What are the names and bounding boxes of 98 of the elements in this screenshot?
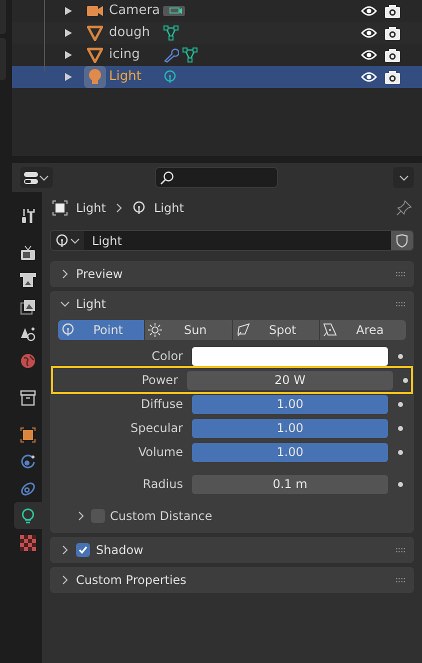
drag-handle-icon[interactable] (396, 548, 406, 552)
tools-icon (20, 208, 36, 224)
panel-title: Light (76, 296, 106, 313)
light-type-tab[interactable]: Area (320, 320, 406, 340)
camera-icon[interactable] (385, 4, 400, 18)
light-type-tab[interactable]: Spot (232, 320, 319, 340)
area-light-icon (322, 323, 337, 337)
expand-arrow-icon[interactable] (65, 51, 72, 59)
search-icon (160, 170, 174, 184)
eye-icon[interactable] (361, 27, 377, 39)
number-field[interactable]: 0.1 m (192, 474, 388, 494)
expand-arrow-icon[interactable] (65, 73, 72, 81)
sun-icon (148, 323, 162, 337)
camera-icon[interactable] (385, 26, 400, 40)
panel-title: Preview (76, 266, 123, 283)
square-icon (20, 426, 36, 442)
triangle-vertices-icon (182, 47, 198, 63)
chevron-down-icon[interactable] (39, 172, 49, 182)
breadcrumb-item: Light (154, 200, 184, 217)
field-label: Radius (142, 476, 184, 493)
bulb-icon (84, 66, 106, 88)
properties-tab[interactable] (14, 502, 42, 529)
object-name: Camera (109, 2, 162, 20)
pin-icon[interactable] (396, 200, 412, 216)
panel-header[interactable]: Preview (50, 261, 414, 287)
panel-header[interactable]: Custom Properties (50, 567, 414, 593)
checkbox[interactable] (76, 543, 90, 557)
toggle-icon (24, 170, 38, 184)
color-swatch[interactable] (192, 346, 388, 366)
eye-icon[interactable] (361, 49, 377, 61)
globe-icon (20, 352, 36, 368)
camera-icon[interactable] (385, 48, 400, 62)
chevron-down-icon[interactable] (398, 172, 408, 182)
eye-icon[interactable] (361, 5, 377, 17)
chevron-right-icon[interactable] (60, 269, 70, 279)
chevron-down-icon[interactable] (60, 299, 70, 309)
slider[interactable]: 1.00 (192, 418, 388, 438)
editor-type-button[interactable] (20, 167, 53, 188)
images-icon (20, 298, 36, 314)
slider[interactable]: 1.00 (192, 394, 388, 414)
light-bulb-icon (20, 508, 36, 524)
checkbox-label: Custom Distance (110, 508, 212, 525)
datablock-name: Light (92, 232, 122, 250)
field-label: Diffuse (140, 396, 184, 413)
light-icon (55, 234, 69, 248)
light-type-tab[interactable]: Sun (145, 320, 232, 340)
checkerboard-icon (20, 534, 36, 550)
camera-icon (87, 6, 103, 16)
object-name: Light (109, 68, 142, 86)
object-name: dough (109, 24, 151, 42)
camera-icon (163, 6, 185, 16)
triangle-icon (87, 47, 103, 63)
outliner-row[interactable]: Light (12, 66, 422, 88)
datablock-selector[interactable]: Light (50, 230, 414, 251)
field-label: Specular (130, 420, 184, 437)
expand-arrow-icon[interactable] (65, 7, 72, 15)
render-icon (20, 244, 36, 260)
chevron-right-icon[interactable] (76, 511, 86, 521)
drag-handle-icon[interactable] (396, 272, 406, 276)
panel-header[interactable]: Light (50, 291, 414, 317)
chevron-right-icon[interactable] (114, 203, 124, 213)
object-name: icing (109, 46, 141, 64)
field-label: Color (150, 348, 184, 365)
drag-handle-icon[interactable] (396, 578, 406, 582)
triangle-vertices-icon (163, 25, 179, 41)
chevron-right-icon[interactable] (60, 545, 70, 555)
printer-icon (20, 272, 36, 288)
panel-title: Shadow (96, 542, 144, 559)
search-field[interactable] (155, 167, 278, 188)
fake-user-button[interactable] (391, 231, 413, 250)
object-icon (52, 200, 68, 216)
panel-header[interactable]: Shadow (50, 537, 414, 563)
triangle-icon (87, 25, 103, 41)
slider-value: 1.00 (276, 396, 304, 413)
expand-arrow-icon[interactable] (65, 29, 72, 37)
panel-title: Custom Properties (76, 572, 186, 589)
light-icon (163, 70, 177, 84)
slider-value: 1.00 (276, 420, 304, 437)
slider[interactable]: 1.00 (192, 442, 388, 462)
wrench-icon (163, 47, 179, 63)
breadcrumb-item: Light (76, 200, 106, 217)
drag-handle-icon[interactable] (396, 302, 406, 306)
camera-icon[interactable] (385, 70, 400, 84)
eye-icon[interactable] (361, 71, 377, 83)
light-icon (132, 201, 146, 215)
box-icon (20, 390, 36, 406)
shapes-icon (20, 326, 36, 342)
field-label: Volume (137, 444, 184, 461)
options-dropdown-button[interactable] (393, 167, 414, 188)
light-type-tab[interactable]: Point (58, 320, 144, 340)
spotlight-icon (236, 323, 250, 337)
number-field[interactable]: 20 W (187, 370, 393, 390)
chevron-down-icon[interactable] (70, 236, 80, 246)
chevron-right-icon[interactable] (60, 575, 70, 585)
slider-value: 1.00 (276, 444, 304, 461)
point-light-icon (61, 323, 75, 337)
field-label: Power (140, 372, 179, 389)
orbit-icon (20, 454, 36, 470)
